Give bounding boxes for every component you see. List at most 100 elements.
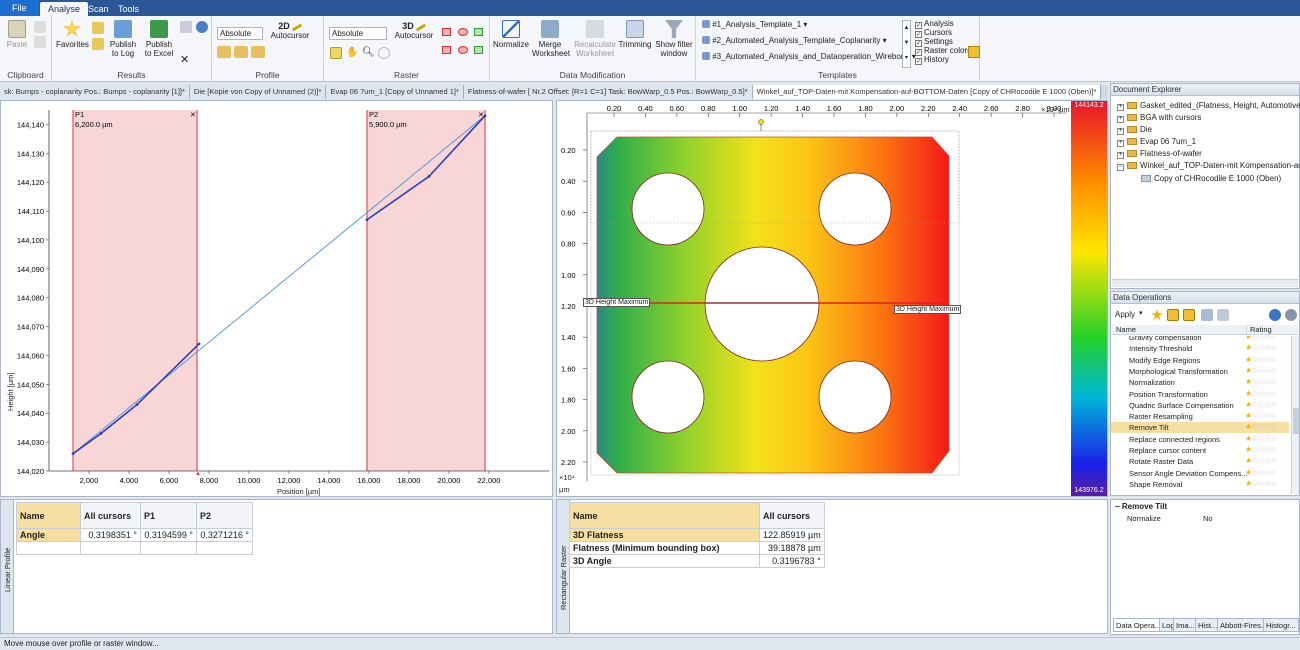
template-item-1[interactable]: #1_Analysis_Template_1 ▾ (702, 20, 807, 29)
ellipse-red-icon-2[interactable] (458, 46, 468, 54)
operation-item[interactable]: Quadric Surface Compensation ★☆☆☆☆ (1111, 400, 1289, 411)
col-p1[interactable]: P1 (140, 502, 197, 529)
expand-icon[interactable]: + (1117, 128, 1124, 135)
profile-chart-icon-2[interactable] (234, 46, 248, 58)
rating-stars-icon[interactable]: ★☆☆☆☆ (1245, 355, 1277, 364)
poly-green-icon[interactable] (474, 28, 483, 36)
doc-tab-evap[interactable]: Evap 06 7um_1 [Copy of Unnamed 1]* (326, 85, 464, 99)
row-3d-flatness[interactable]: 3D Flatness (569, 528, 760, 542)
pointer-icon[interactable] (330, 47, 342, 59)
collapse-icon[interactable]: − (1117, 164, 1124, 171)
raster-cursor-handle[interactable] (758, 119, 764, 125)
publish-excel-button[interactable]: Publish to Excel (142, 20, 176, 58)
reset-icon[interactable] (378, 47, 390, 59)
linear-profile-sidebar[interactable]: Linear Profile (1, 500, 14, 633)
col-all-cursors[interactable]: All cursors (759, 502, 825, 529)
doc-tab-die[interactable]: Die [Kopie von Copy of Unnamed (2)]* (189, 85, 327, 99)
chart-icon[interactable] (1201, 309, 1213, 321)
tree-item-gasket[interactable]: + Gasket_edited_(Flatness, Height, Automo… (1117, 101, 1300, 111)
operations-scrollbar[interactable] (1291, 336, 1299, 494)
operation-item[interactable]: Position Transformation ★☆☆☆☆ (1111, 389, 1289, 400)
raster-plot-panel[interactable]: 0.20 0.40 0.60 0.80 1.00 1.20 1.40 1.60 1.80 2.00… (556, 100, 1108, 497)
delete-icon[interactable]: ✕ (180, 54, 192, 66)
operation-item[interactable]: Raster Resampling ★☆☆☆☆ (1111, 411, 1289, 422)
expand-icon[interactable]: + (1117, 116, 1124, 123)
profile-mode-select[interactable]: Absolute (217, 27, 263, 40)
row-3d-angle[interactable]: 3D Angle (569, 554, 760, 568)
cut-icon[interactable] (34, 21, 46, 33)
expand-icon[interactable]: + (1117, 104, 1124, 111)
template-item-3[interactable]: #3_Automated_Analysis_and_Dataoperation_… (702, 52, 916, 61)
layout-icon[interactable] (968, 46, 980, 58)
operation-item[interactable]: Replace cursor content ★☆☆☆☆ (1111, 445, 1289, 456)
expand-icon[interactable]: + (1117, 140, 1124, 147)
raster-mode-select[interactable]: Absolute (329, 27, 387, 40)
rating-stars-icon[interactable]: ★☆☆☆☆ (1245, 445, 1277, 454)
operation-item[interactable]: Shape Removal ★☆☆☆☆ (1111, 479, 1289, 490)
rating-stars-icon[interactable]: ★☆☆☆☆ (1245, 479, 1277, 488)
tree-item-evap[interactable]: + Evap 06 7um_1 (1117, 137, 1196, 147)
rating-stars-icon[interactable]: ★☆☆☆☆ (1245, 377, 1277, 386)
ellipse-red-icon[interactable] (458, 28, 468, 36)
info-icon[interactable] (196, 21, 208, 33)
profile-chart-icon-3[interactable] (251, 46, 265, 58)
rating-stars-icon[interactable]: ★☆☆☆☆ (1245, 389, 1277, 398)
copy-icon[interactable] (34, 36, 46, 48)
rect-red-icon-2[interactable] (442, 46, 451, 54)
templates-scroll[interactable]: ▲ ▼ ▾ (902, 20, 911, 68)
tab-histogram[interactable]: Histogr... (1263, 618, 1299, 632)
apply-button[interactable]: Apply (1115, 310, 1135, 319)
tree-item-die[interactable]: + Die (1117, 125, 1152, 135)
rating-stars-icon[interactable]: ★☆☆☆☆ (1245, 343, 1277, 352)
tree-item-bga[interactable]: + BGA with cursors (1117, 113, 1201, 123)
merge-worksheet-button[interactable]: Merge Worksheet (532, 20, 570, 58)
operation-item[interactable]: Intensity Threshold ★☆☆☆☆ (1111, 343, 1289, 354)
profile-chart[interactable]: P16,200.0 µm✕ P25,900.0 µm✕144,140144,130… (1, 101, 552, 496)
doc-tab-winkel[interactable]: Winkel_auf_TOP-Daten-mit Kompensation-au… (752, 85, 1102, 99)
hand-icon[interactable]: ✋ (346, 47, 358, 59)
row-angle-name[interactable]: Angle (16, 528, 81, 542)
rating-stars-icon[interactable]: ★☆☆☆☆ (1245, 400, 1277, 409)
operation-item[interactable]: Sensor Angle Deviation Compens... ★☆☆☆☆ (1111, 468, 1289, 479)
operation-item[interactable]: Modify Edge Regions ★☆☆☆☆ (1111, 355, 1289, 366)
poly-green-icon-2[interactable] (474, 46, 483, 54)
operation-item[interactable]: Rotate Raster Data ★☆☆☆☆ (1111, 456, 1289, 467)
show-filter-window-button[interactable]: Show filter window (654, 20, 694, 58)
rating-stars-icon[interactable]: ★☆☆☆☆ (1245, 336, 1277, 341)
menu-file[interactable]: File (0, 0, 39, 16)
operation-item[interactable]: Remove Tilt ★☆☆☆☆ (1111, 422, 1289, 434)
results-icon-2[interactable] (92, 38, 104, 50)
col-name[interactable]: Name (569, 502, 760, 529)
operations-list[interactable]: Gravity compensation ★☆☆☆☆ Intensity Thres… (1111, 336, 1289, 494)
property-normalize-value[interactable]: No (1203, 514, 1213, 523)
col-name[interactable]: Name (16, 502, 81, 529)
document-explorer-scrollbar[interactable] (1112, 279, 1298, 287)
operation-item[interactable]: Normalization ★☆☆☆☆ (1111, 377, 1289, 388)
favorite-star-icon[interactable] (1151, 309, 1163, 320)
expand-icon[interactable]: + (1117, 152, 1124, 159)
col-name-header[interactable]: Name (1116, 325, 1136, 335)
help-icon[interactable] (1269, 309, 1281, 321)
rating-stars-icon[interactable]: ★☆☆☆☆ (1245, 422, 1277, 431)
publish-log-button[interactable]: Publish to Log (108, 20, 138, 58)
doc-tab-flatness[interactable]: Flatness-of-wafer [ Nr.2 Offset: [R=1 C=… (463, 85, 753, 99)
operation-item[interactable]: Gravity compensation ★☆☆☆☆ (1111, 336, 1289, 343)
rating-stars-icon[interactable]: ★☆☆☆☆ (1245, 468, 1277, 477)
tools-icon[interactable] (1217, 309, 1229, 321)
tree-item-chrocodile[interactable]: Copy of CHRocodile E 1000 (Oben) (1141, 174, 1281, 183)
tab-data-operations[interactable]: Data Opera... (1113, 618, 1165, 632)
row-flatness-bbox[interactable]: Flatness (Minimum bounding box) (569, 541, 760, 555)
list-view-icon[interactable] (1167, 309, 1179, 321)
rating-stars-icon[interactable]: ★☆☆☆☆ (1245, 411, 1277, 420)
apply-dropdown-icon[interactable]: ▾ (1139, 309, 1143, 317)
tree-item-winkel[interactable]: − Winkel_auf_TOP-Daten-mit Kompensation-a… (1117, 161, 1300, 171)
rating-stars-icon[interactable]: ★☆☆☆☆ (1245, 434, 1277, 443)
check-history[interactable]: ✓ History (915, 55, 949, 65)
paste-button[interactable]: Paste (6, 20, 28, 49)
col-all-cursors[interactable]: All cursors (80, 502, 141, 529)
rating-stars-icon[interactable]: ★☆☆☆☆ (1245, 366, 1277, 375)
autocursor-2d-button[interactable]: 2D Autocursor (268, 22, 312, 41)
menu-tools[interactable]: Tools (110, 2, 147, 16)
settings-icon[interactable] (1285, 309, 1297, 321)
doc-tab-bumps[interactable]: sk: Bumps - coplanarity Pos.: Bumps - co… (0, 85, 190, 99)
